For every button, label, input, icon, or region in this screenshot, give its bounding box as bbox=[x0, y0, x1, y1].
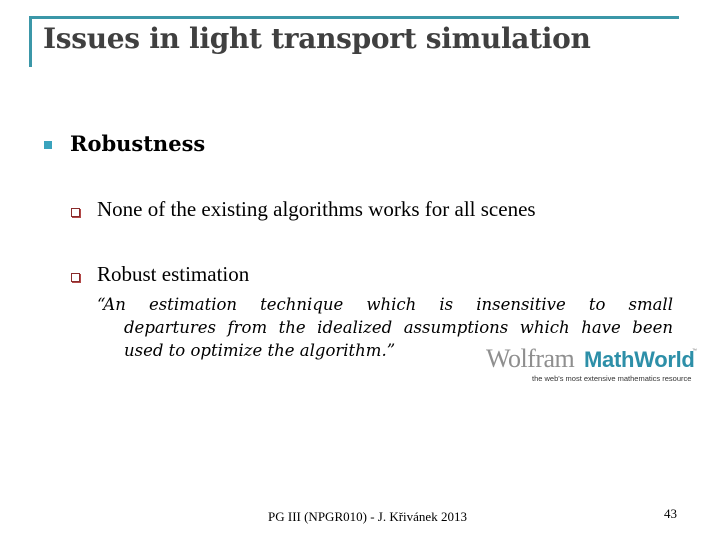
square-bullet-icon bbox=[44, 141, 52, 149]
wolfram-mathworld-logo: Wolfram MathWorld ™ the web's most exten… bbox=[486, 344, 701, 384]
title-frame-left-rule bbox=[29, 16, 32, 67]
logo-trademark: ™ bbox=[692, 348, 697, 354]
hollow-square-bullet-icon bbox=[71, 273, 80, 282]
slide-title: Issues in light transport simulation bbox=[43, 22, 591, 55]
logo-tagline: the web's most extensive mathematics res… bbox=[532, 374, 692, 383]
title-frame-top-rule bbox=[29, 16, 679, 19]
quote-line-2: departures from the idealized assumption… bbox=[124, 318, 673, 337]
logo-wolfram-text: Wolfram bbox=[486, 344, 575, 373]
slide-footer: PG III (NPGR010) - J. Křivánek 2013 bbox=[268, 509, 467, 524]
sub-bullet-existing-algorithms: None of the existing algorithms works fo… bbox=[97, 197, 536, 221]
bullet-robustness: Robustness bbox=[70, 131, 206, 156]
sub-bullet-robust-estimation: Robust estimation bbox=[97, 262, 250, 286]
logo-mathworld-text: MathWorld bbox=[584, 347, 695, 372]
quote-line-1: “An estimation technique which is insens… bbox=[97, 295, 673, 314]
hollow-square-bullet-icon bbox=[71, 208, 80, 217]
page-number: 43 bbox=[664, 506, 677, 521]
